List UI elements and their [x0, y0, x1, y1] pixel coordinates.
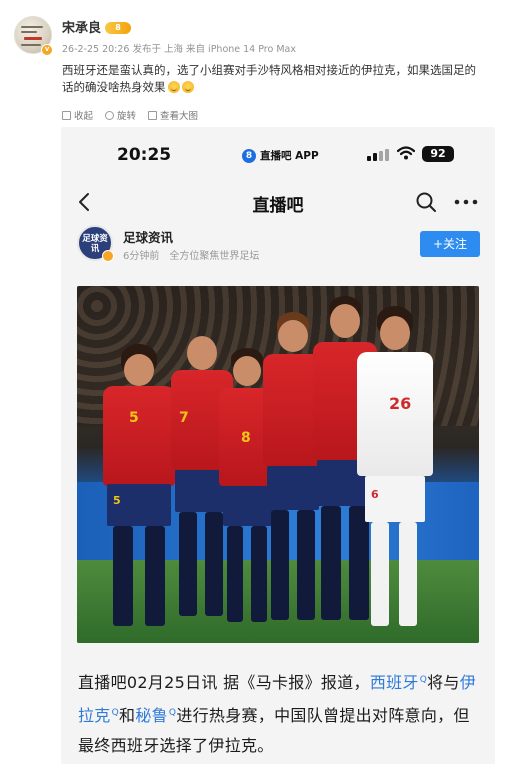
- laugh-emoji-icon: [167, 81, 180, 93]
- jersey-number: 5: [129, 410, 139, 426]
- rotate-label: 旋转: [117, 111, 137, 122]
- jersey-number: 26: [389, 394, 412, 413]
- source-verified-icon: [102, 250, 114, 262]
- source-time: 6分钟前: [123, 251, 160, 262]
- phone-status-bar: 20:25 8 直播吧 APP 92: [61, 127, 495, 183]
- view-large-button[interactable]: 查看大图: [148, 108, 198, 122]
- article-part2: 将与: [427, 673, 460, 692]
- collapse-button[interactable]: 收起: [62, 108, 93, 122]
- post-header: v 宋承良 8 26-2-25 20:26 发布于 上海 来自 iPhone 1…: [0, 0, 508, 60]
- post-meta: 26-2-25 20:26 发布于 上海 来自 iPhone 14 Pro Ma…: [62, 44, 296, 55]
- collapse-label: 收起: [74, 111, 94, 122]
- player-figure: 26 6: [353, 306, 437, 632]
- jersey-number: 8: [241, 430, 251, 446]
- follow-button[interactable]: +关注: [420, 231, 480, 257]
- source-meta: 6分钟前 全方位聚焦世界足坛: [123, 247, 259, 262]
- app-tag: 8 直播吧 APP: [242, 148, 319, 163]
- post-text-line2: 话的确没啥热身效果: [62, 80, 166, 94]
- source-desc: 全方位聚焦世界足坛: [169, 251, 260, 262]
- jersey-number: 7: [179, 410, 189, 426]
- search-icon[interactable]: [415, 191, 437, 213]
- rotate-button[interactable]: 旋转: [105, 108, 136, 122]
- article-text: 直播吧02月25日讯 据《马卡报》报道，西班牙Q将与伊拉克Q和秘鲁Q进行热身赛，…: [78, 665, 482, 761]
- link-spain-icon: Q: [419, 675, 428, 685]
- article-photo[interactable]: 5 5 7 8 26 6: [77, 286, 479, 643]
- smile-emoji-icon: [181, 81, 194, 93]
- image-toolbar: 收起 旋转 查看大图: [62, 107, 198, 123]
- player-figure: 5 5: [99, 344, 179, 634]
- app-logo-icon: 8: [242, 148, 256, 163]
- jersey-number: 5: [113, 494, 121, 507]
- jersey-number: 6: [371, 488, 379, 501]
- level-badge: 8: [105, 22, 131, 34]
- app-nav-bar: 直播吧: [61, 185, 495, 221]
- post-text-line1: 西班牙还是蛮认真的，选了小组赛对手沙特风格相对接近的伊拉克，如果选国足的: [62, 63, 476, 77]
- article-part1: 直播吧02月25日讯 据《马卡报》报道，: [78, 673, 370, 692]
- status-time: 20:25: [117, 145, 172, 165]
- rotate-icon: [105, 110, 115, 120]
- more-icon[interactable]: [454, 199, 478, 205]
- link-iraq-icon: Q: [111, 708, 119, 718]
- user-name[interactable]: 宋承良: [62, 17, 101, 36]
- source-row: 足球资讯 足球资讯 6分钟前 全方位聚焦世界足坛 +关注: [77, 225, 481, 265]
- verified-badge-icon: v: [41, 44, 53, 56]
- source-name[interactable]: 足球资讯: [123, 227, 173, 246]
- link-peru[interactable]: 秘鲁: [135, 706, 168, 725]
- article-part3: 和: [119, 706, 136, 725]
- app-tag-label: 直播吧 APP: [260, 150, 319, 162]
- view-large-label: 查看大图: [160, 111, 199, 122]
- post-image[interactable]: 20:25 8 直播吧 APP 92 直播吧 足球资讯 足球资讯 6分钟前 全方…: [61, 127, 495, 764]
- signal-icon: [367, 149, 389, 161]
- collapse-icon: [62, 110, 71, 120]
- view-large-icon: [148, 110, 158, 120]
- link-spain[interactable]: 西班牙: [370, 673, 419, 692]
- wifi-icon: [397, 146, 415, 160]
- battery-indicator: 92: [422, 146, 454, 162]
- post-text: 西班牙还是蛮认真的，选了小组赛对手沙特风格相对接近的伊拉克，如果选国足的 话的确…: [62, 62, 502, 96]
